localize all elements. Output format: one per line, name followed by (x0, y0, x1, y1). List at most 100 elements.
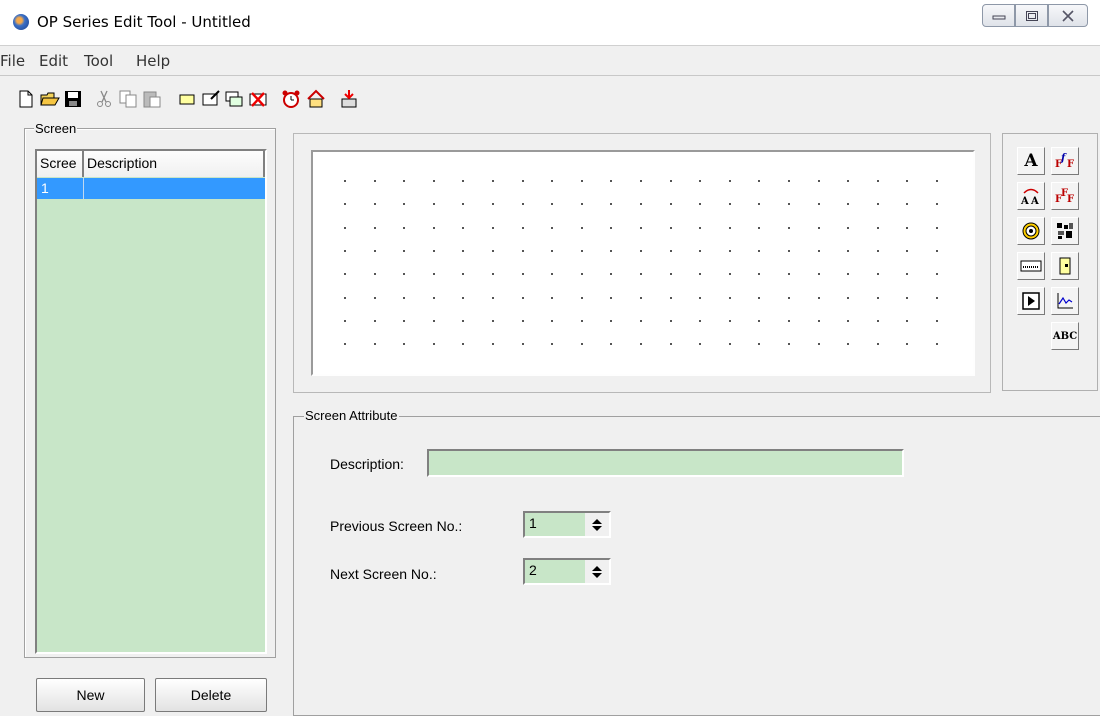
format-text-alt-button[interactable]: FFF (1051, 182, 1079, 210)
grid-dot (817, 343, 820, 346)
menu-file[interactable]: File (0, 52, 25, 70)
grid-dot (492, 343, 494, 346)
bitmap-button[interactable] (1051, 217, 1079, 245)
grid-dot (551, 273, 554, 276)
screen-canvas[interactable] (311, 150, 975, 376)
description-field[interactable] (427, 449, 904, 477)
grid-dot (876, 296, 879, 299)
grid-dot (580, 273, 583, 276)
grid-dot (344, 343, 346, 346)
next-spin-arrows[interactable] (585, 560, 609, 583)
alarm-clock-icon[interactable] (280, 88, 302, 110)
grid-dot (847, 319, 850, 322)
spin-up-icon[interactable] (592, 518, 602, 524)
grid-dot (936, 273, 938, 276)
grid-dot (936, 343, 938, 346)
spin-up-icon[interactable] (592, 565, 602, 571)
grid-dot (906, 343, 909, 346)
grid-dot (699, 180, 702, 182)
svg-text:f: f (1060, 153, 1067, 164)
grid-dot (551, 203, 554, 206)
grid-dot (669, 226, 672, 229)
open-folder-icon[interactable] (39, 88, 61, 110)
grid-dot (788, 319, 790, 322)
grid-dot (728, 319, 731, 322)
app-globe-icon (13, 14, 29, 30)
grid-dot (906, 249, 909, 252)
grid-dot (492, 203, 494, 206)
home-icon[interactable] (305, 88, 327, 110)
grid-dot (492, 249, 494, 252)
next-screen-stepper[interactable]: 2 (523, 558, 611, 585)
new-file-icon[interactable] (15, 88, 37, 110)
grid-dot (580, 180, 583, 182)
delete-screen-icon[interactable] (247, 88, 269, 110)
grid-dot (551, 249, 554, 252)
grid-dot (551, 180, 554, 182)
grid-dot (936, 180, 938, 182)
play-button[interactable] (1017, 287, 1045, 315)
grid-dot (462, 343, 465, 346)
numeric-display-button[interactable] (1017, 252, 1045, 280)
grid-dot (669, 296, 672, 299)
grid-dot (580, 249, 583, 252)
close-icon (1062, 9, 1074, 22)
trend-chart-button[interactable] (1051, 287, 1079, 315)
lamp-button[interactable] (1017, 217, 1045, 245)
grid-dot (758, 226, 761, 229)
copy-icon[interactable] (117, 88, 139, 110)
grid-dot (580, 319, 583, 322)
format-text-button[interactable]: FfF (1051, 147, 1079, 175)
grid-dot (492, 273, 494, 276)
delete-button[interactable]: Delete (155, 678, 267, 712)
new-screen-icon[interactable] (176, 88, 198, 110)
window-controls (982, 4, 1088, 27)
grid-dot (699, 296, 702, 299)
grid-dot (403, 343, 406, 346)
previous-screen-stepper[interactable]: 1 (523, 511, 611, 538)
spin-down-icon[interactable] (592, 572, 602, 578)
column-header-description[interactable]: Description (84, 151, 265, 177)
close-button[interactable] (1048, 4, 1088, 27)
door-button[interactable] (1051, 252, 1079, 280)
grid-dot (344, 319, 346, 322)
grid-dot (847, 180, 850, 182)
abc-text-button[interactable]: ABC (1051, 322, 1079, 350)
grid-dot (373, 226, 376, 229)
static-text-button[interactable]: A (1017, 147, 1045, 175)
grid-dot (640, 226, 642, 229)
grid-dot (462, 296, 465, 299)
grid-dot (788, 343, 790, 346)
edit-screen-icon[interactable] (200, 88, 222, 110)
paste-icon[interactable] (141, 88, 163, 110)
grid-dot (462, 273, 465, 276)
grid-dot (521, 319, 524, 322)
spin-down-icon[interactable] (592, 525, 602, 531)
grid-dot (699, 343, 702, 346)
grid-dot (817, 249, 820, 252)
minimize-button[interactable] (982, 4, 1015, 27)
download-icon[interactable] (338, 88, 360, 110)
swap-text-button[interactable]: AA (1017, 182, 1045, 210)
grid-dot (906, 273, 909, 276)
grid-dot (936, 296, 938, 299)
screen-list[interactable]: Scree Description 1 (35, 149, 267, 654)
menu-tool[interactable]: Tool (84, 52, 113, 70)
copy-screen-icon[interactable] (223, 88, 245, 110)
aa-swap-icon: AA (1020, 188, 1039, 206)
column-header-screen[interactable]: Scree (37, 151, 84, 177)
grid-dot (403, 203, 406, 206)
cut-icon[interactable] (93, 88, 115, 110)
grid-dot (432, 273, 435, 276)
save-icon[interactable] (62, 88, 84, 110)
maximize-button[interactable] (1015, 4, 1048, 27)
grid-dot (699, 319, 702, 322)
menu-edit[interactable]: Edit (39, 52, 68, 70)
grid-dot (817, 180, 820, 182)
new-button[interactable]: New (36, 678, 145, 712)
list-item[interactable]: 1 (37, 178, 265, 199)
menu-help[interactable]: Help (136, 52, 170, 70)
grid-dot (403, 180, 406, 182)
grid-dot (876, 203, 879, 206)
previous-spin-arrows[interactable] (585, 513, 609, 536)
